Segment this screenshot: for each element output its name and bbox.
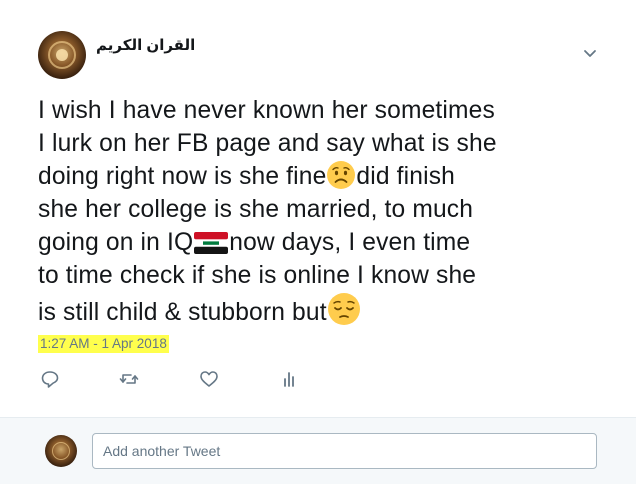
user-avatar[interactable]: [45, 435, 77, 467]
tweet-text-line: she her college is she married, to much: [38, 196, 474, 223]
tweet-card: القران الكريم I wish I have never known …: [0, 0, 636, 418]
tweet-text-line: I wish I have never known her sometimes: [38, 97, 495, 124]
iraq-flag-emoji-icon: [194, 232, 229, 254]
add-tweet-input[interactable]: Add another Tweet: [92, 433, 597, 469]
retweet-icon[interactable]: [119, 369, 139, 389]
pensive-face-emoji-icon: [327, 293, 360, 325]
author-display-name[interactable]: القران الكريم: [96, 36, 195, 54]
tweet-text-line: going on in IQ now days, I even time: [38, 229, 471, 256]
analytics-icon[interactable]: [279, 369, 299, 389]
tweet-text-line: is still child & stubborn but: [38, 292, 543, 329]
reply-icon[interactable]: [40, 369, 60, 389]
worried-face-emoji-icon: [327, 161, 356, 189]
tweet-text-line: I lurk on her FB page and say what is sh…: [38, 130, 497, 157]
tweet-text-line: doing right now is she fine did finish: [38, 160, 543, 193]
tweet-text-line: to time check if she is online I know sh…: [38, 262, 477, 289]
tweet-timestamp[interactable]: 1:27 AM - 1 Apr 2018: [38, 335, 169, 353]
like-icon[interactable]: [199, 369, 219, 389]
reply-bar: Add another Tweet: [0, 418, 636, 484]
chevron-down-icon[interactable]: [582, 48, 598, 60]
tweet-text: I wish I have never known her sometimes …: [38, 94, 543, 329]
author-avatar[interactable]: [38, 31, 86, 79]
